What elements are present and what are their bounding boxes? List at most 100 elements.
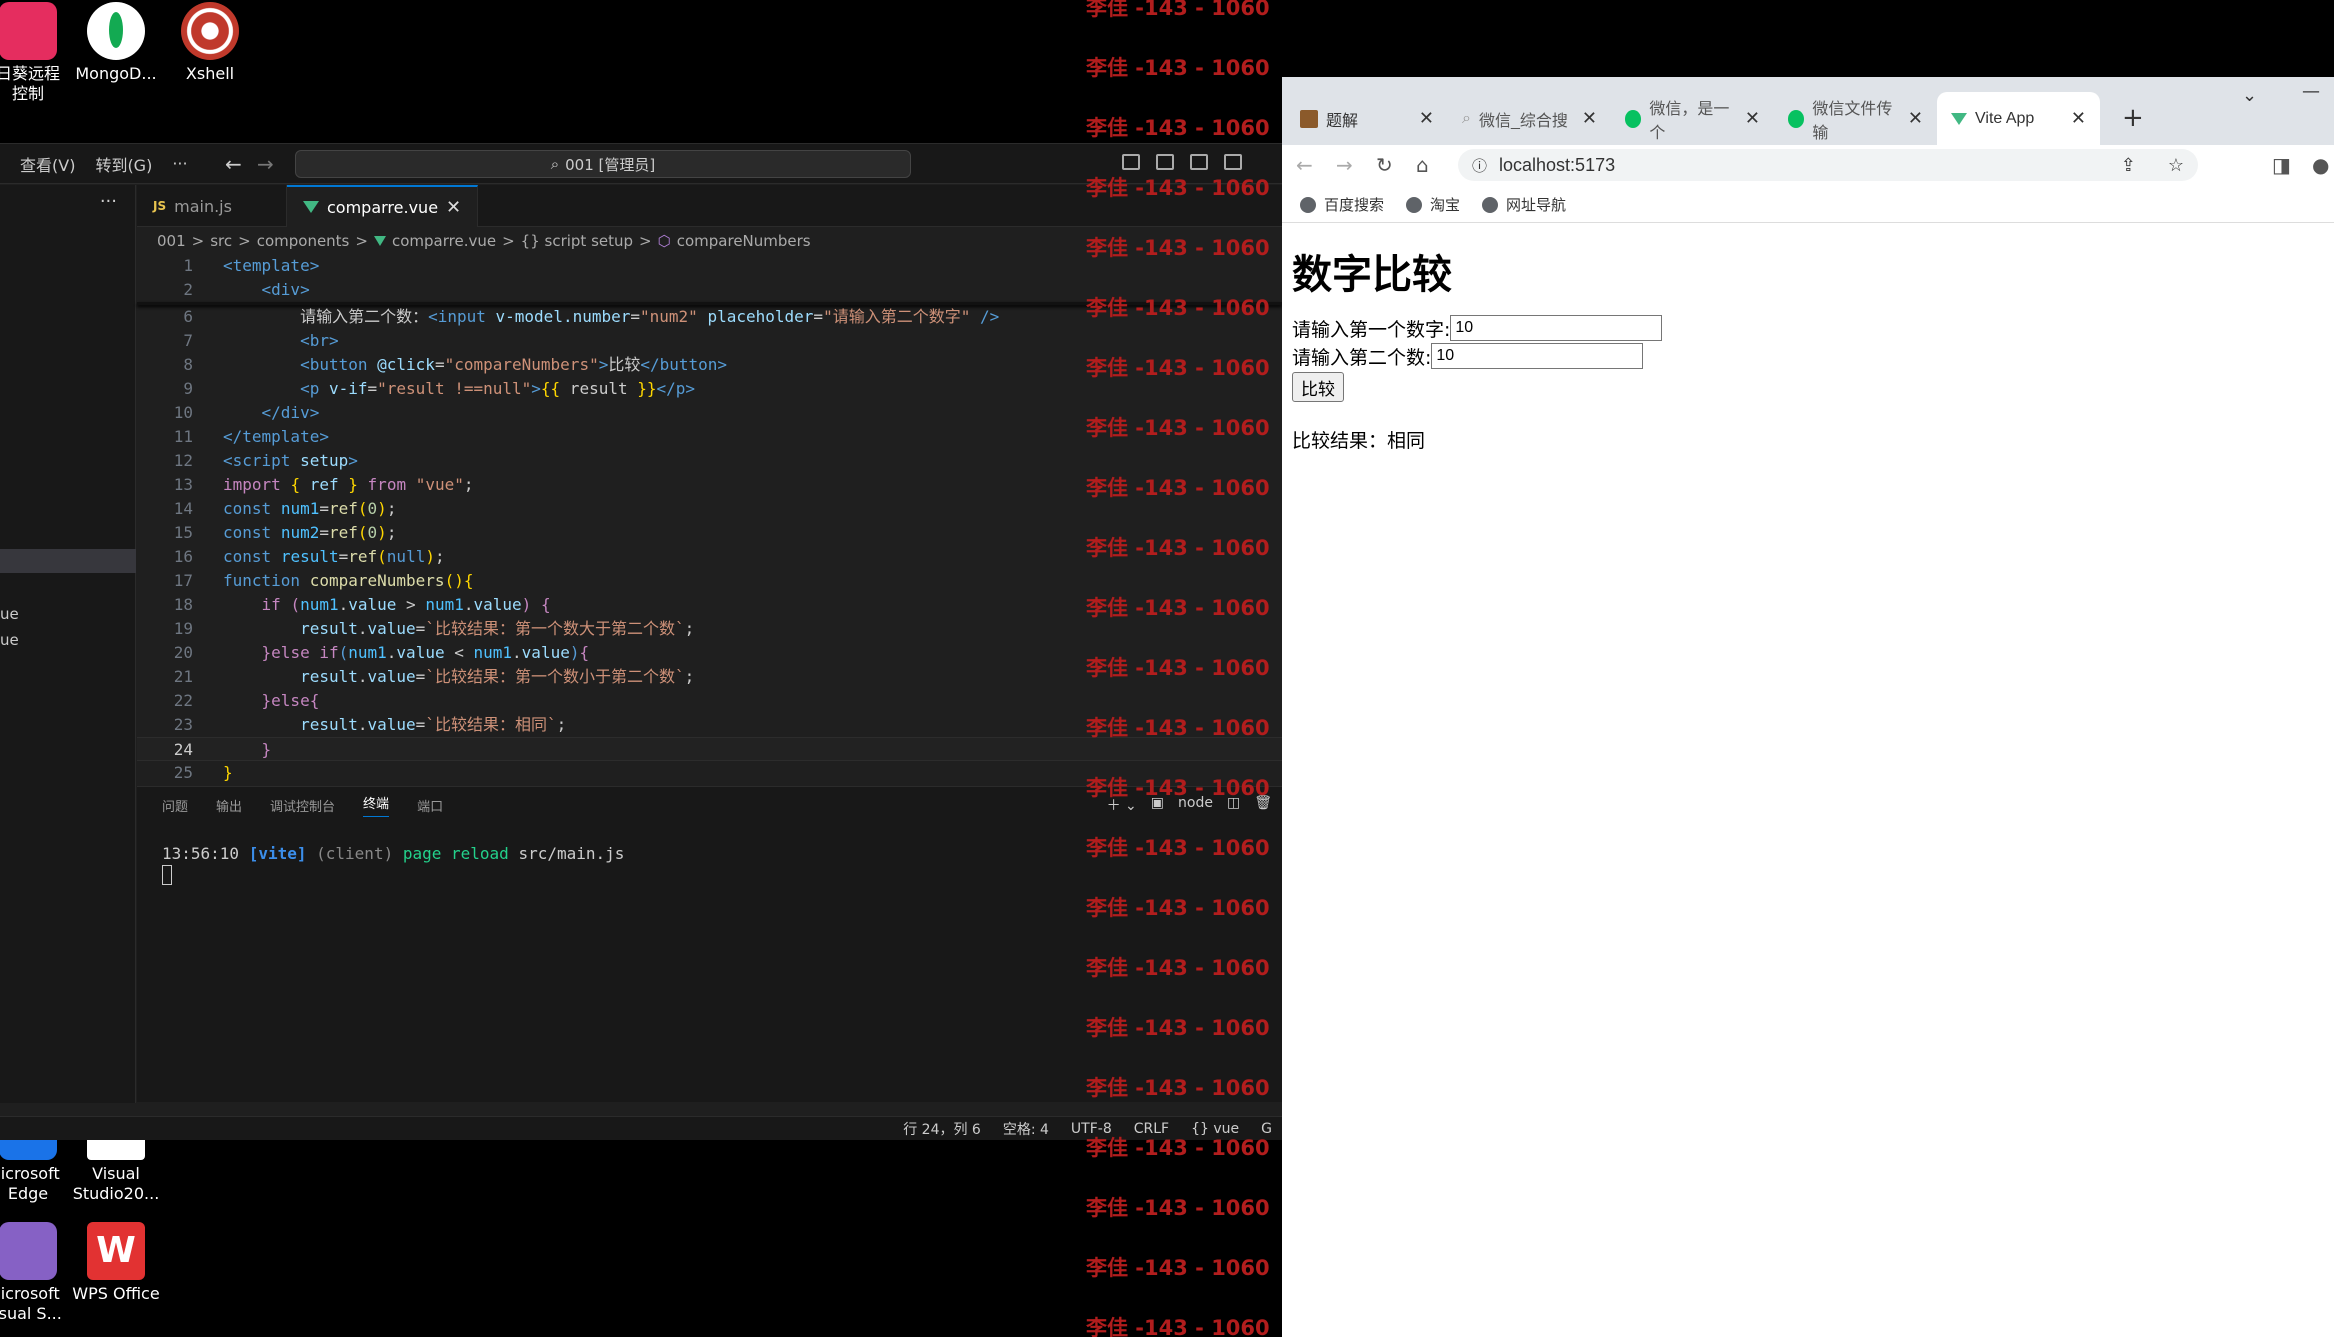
back-arrow-icon[interactable]: ← — [1296, 153, 1313, 177]
browser-tab[interactable]: 微信文件传输 ✕ — [1774, 92, 1937, 145]
browser-tabbar: 题解 ✕ ⌕ 微信_综合搜 ✕ 微信，是一个 ✕ 微信文件传输 ✕ Vite A… — [1282, 77, 2334, 145]
bookmark-nav[interactable]: 网址导航 — [1482, 194, 1566, 215]
toggle-panel-icon[interactable] — [1156, 154, 1174, 170]
profile-icon[interactable]: ● — [2312, 153, 2329, 177]
desktop-icon-visual-studio[interactable]: Visual Studio20... — [66, 1140, 166, 1204]
line-number: 16 — [173, 547, 193, 566]
browser-tab-label: 题解 — [1326, 112, 1359, 130]
menu-view[interactable]: 查看(V) — [20, 152, 75, 176]
vue-favicon-icon — [1951, 112, 1967, 125]
menu-goto[interactable]: 转到(G) — [95, 152, 152, 176]
close-tab-icon[interactable]: ✕ — [1419, 108, 1434, 129]
back-arrow-icon[interactable]: ← — [225, 152, 242, 176]
comparison-result: 比较结果：相同 — [1292, 430, 1426, 452]
javascript-file-icon: JS — [153, 199, 167, 213]
command-center-search[interactable]: ⌕ 001 [管理员] — [295, 150, 911, 178]
forward-arrow-icon[interactable]: → — [257, 152, 274, 176]
minimize-icon[interactable]: — — [2302, 81, 2320, 102]
tab-debug-console[interactable]: 调试控制台 — [270, 796, 335, 815]
breadcrumb-item[interactable]: components — [257, 232, 350, 250]
terminal-file: src/main.js — [518, 844, 625, 863]
breadcrumb-item[interactable]: 001 — [157, 232, 186, 250]
watermark-text: 李佳 -143 - 1060 — [1086, 416, 1270, 440]
line-number: 6 — [183, 307, 193, 326]
desktop-icon-wps[interactable]: W WPS Office — [66, 1222, 166, 1304]
browser-tab-label: 微信，是一个 — [1649, 100, 1730, 142]
explorer-file-fragment[interactable]: ue — [0, 605, 19, 623]
tab-terminal[interactable]: 终端 — [363, 793, 390, 817]
close-tab-icon[interactable]: ✕ — [1582, 108, 1597, 129]
address-bar[interactable]: ⓘ localhost:5173 ⇪ ☆ — [1458, 149, 2198, 181]
bookmark-baidu[interactable]: 百度搜索 — [1300, 194, 1384, 215]
visual-studio-icon — [87, 1140, 145, 1160]
toggle-secondary-sidebar-icon[interactable] — [1190, 154, 1208, 170]
tab-comparre-vue[interactable]: comparre.vue ✕ — [287, 185, 479, 227]
browser-tab[interactable]: 题解 ✕ — [1286, 92, 1448, 145]
desktop-icon-xshell[interactable]: Xshell — [160, 2, 260, 84]
line-number: 19 — [173, 619, 193, 638]
new-tab-button[interactable]: + — [2122, 103, 2144, 133]
line-number: 22 — [173, 691, 193, 710]
watermark-text: 李佳 -143 - 1060 — [1086, 476, 1270, 500]
menu-more[interactable]: ··· — [172, 154, 187, 173]
bookmarks-bar: 百度搜索 淘宝 网址导航 — [1282, 187, 2334, 223]
sidebar-toggle-icon[interactable]: ◨ — [2272, 153, 2291, 177]
watermark-text: 李佳 -143 - 1060 — [1086, 1316, 1270, 1337]
watermark-text: 李佳 -143 - 1060 — [1086, 896, 1270, 920]
status-cursor-position[interactable]: 行 24，列 6 — [903, 1119, 981, 1139]
tab-main-js[interactable]: JS main.js — [137, 185, 287, 227]
browser-tab-active[interactable]: Vite App ✕ — [1937, 92, 2100, 145]
first-number-row: 请输入第一个数字: — [1292, 314, 1663, 342]
bookmark-star-icon[interactable]: ☆ — [2168, 155, 2184, 176]
compare-button[interactable]: 比较 — [1292, 372, 1344, 402]
close-tab-icon[interactable]: ✕ — [1908, 108, 1923, 129]
terminal-output[interactable]: 13:56:10 [vite] (client) page reload src… — [162, 843, 624, 891]
breadcrumb-item[interactable]: comparre.vue — [392, 232, 496, 250]
browser-tab[interactable]: 微信，是一个 ✕ — [1611, 92, 1774, 145]
wps-icon: W — [87, 1222, 145, 1280]
tab-ports[interactable]: 端口 — [417, 796, 443, 815]
close-tab-icon[interactable]: ✕ — [1745, 108, 1760, 129]
sidebar-more-icon[interactable]: ··· — [100, 191, 117, 212]
desktop-icon-mongodb[interactable]: MongoD... — [66, 2, 166, 84]
watermark-text: 李佳 -143 - 1060 — [1086, 1256, 1270, 1280]
explorer-file-fragment[interactable]: ue — [0, 631, 19, 649]
browser-tab[interactable]: ⌕ 微信_综合搜 ✕ — [1448, 92, 1611, 145]
line-number: 8 — [183, 355, 193, 374]
close-tab-icon[interactable]: ✕ — [446, 197, 461, 218]
desktop-icon-label: WPS Office — [72, 1284, 160, 1303]
tab-output[interactable]: 输出 — [216, 796, 242, 815]
breadcrumb-item[interactable]: compareNumbers — [677, 232, 811, 250]
search-label: 001 [管理员] — [565, 155, 656, 174]
reload-icon[interactable]: ↻ — [1376, 153, 1393, 177]
watermark-text: 李佳 -143 - 1060 — [1086, 536, 1270, 560]
browser-toolbar: ← → ↻ ⌂ ⓘ localhost:5173 ⇪ ☆ ◨ ● — [1282, 145, 2334, 187]
share-icon[interactable]: ⇪ — [2121, 155, 2136, 176]
tab-problems[interactable]: 问题 — [162, 796, 188, 815]
site-info-icon[interactable]: ⓘ — [1472, 155, 1487, 176]
tab-search-chevron-icon[interactable]: ⌄ — [2242, 85, 2257, 106]
remote-control-icon — [0, 2, 57, 60]
toggle-sidebar-icon[interactable] — [1122, 154, 1140, 170]
bookmark-taobao[interactable]: 淘宝 — [1406, 194, 1460, 215]
breadcrumb-item[interactable]: src — [210, 232, 232, 250]
breadcrumb-separator: > — [502, 232, 515, 250]
code-editor[interactable]: 1 <template> 2 <div> 6 请输入第二个数：<input v-m… — [137, 254, 1282, 786]
layout-controls — [1122, 154, 1242, 170]
second-number-input[interactable] — [1431, 343, 1644, 369]
watermark-text: 李佳 -143 - 1060 — [1086, 356, 1270, 380]
watermark-text: 李佳 -143 - 1060 — [1086, 176, 1270, 200]
breadcrumb-item[interactable]: {} script setup — [521, 232, 633, 250]
browser-tab-label: 微信_综合搜 — [1478, 112, 1568, 130]
customize-layout-icon[interactable] — [1224, 154, 1242, 170]
globe-icon — [1406, 196, 1423, 213]
watermark-text: 李佳 -143 - 1060 — [1086, 0, 1270, 20]
globe-icon — [1300, 196, 1316, 213]
forward-arrow-icon[interactable]: → — [1336, 153, 1353, 177]
status-indent[interactable]: 空格: 4 — [1003, 1119, 1049, 1139]
first-number-input[interactable] — [1450, 315, 1663, 341]
explorer-selected-row[interactable] — [0, 549, 136, 573]
close-tab-icon[interactable]: ✕ — [2071, 108, 2086, 129]
code-line: 22 }else{ — [137, 689, 1282, 713]
home-icon[interactable]: ⌂ — [1416, 153, 1429, 177]
